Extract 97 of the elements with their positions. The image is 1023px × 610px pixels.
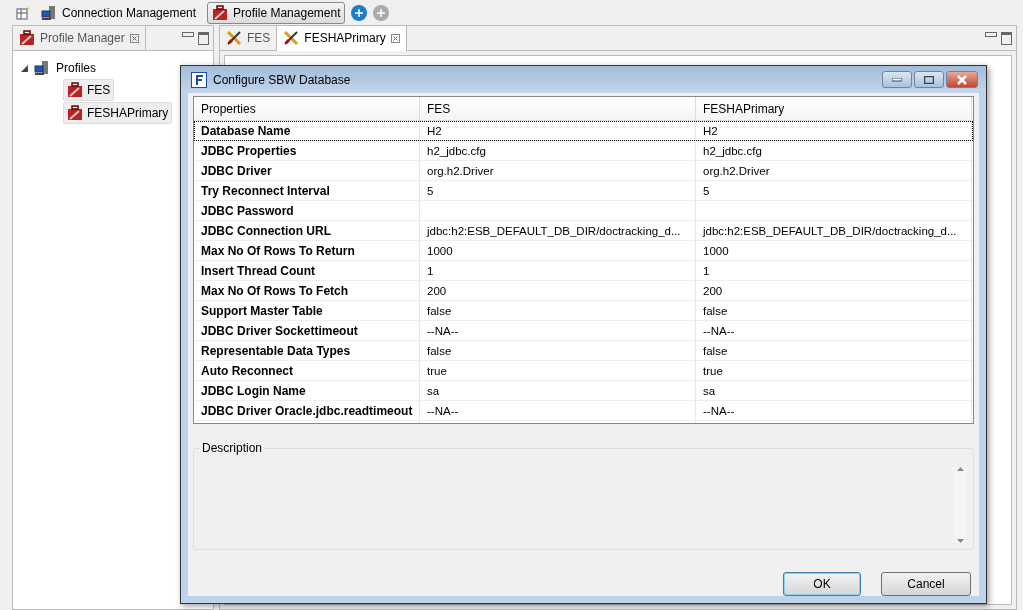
close-icon[interactable] — [129, 33, 139, 43]
value-cell: true — [703, 364, 723, 377]
value-cell: org.h2.Driver — [703, 164, 770, 177]
value-cell: true — [427, 364, 447, 377]
table-row[interactable]: JDBC Login Name sa sa — [194, 381, 973, 401]
property-cell: JDBC Driver Oracle.jdbc.readtimeout — [194, 401, 420, 420]
property-cell: JDBC Properties — [194, 141, 420, 160]
column-header[interactable]: FES — [420, 97, 696, 120]
property-cell: Representable Data Types — [194, 341, 420, 360]
value-cell: false — [427, 344, 452, 357]
value-cell: 1000 — [703, 244, 729, 257]
property-cell: JDBC Driver Sockettimeout — [194, 321, 420, 340]
badge-icon[interactable] — [351, 4, 368, 21]
table-row[interactable]: Database Name H2 H2 — [194, 121, 973, 141]
value-cell: h2_jdbc.cfg — [703, 144, 762, 157]
close-icon — [956, 74, 968, 85]
scrollbar[interactable] — [953, 467, 967, 543]
property-cell: Try Reconnect Interval — [194, 181, 420, 200]
expanded-triangle-icon[interactable] — [21, 64, 28, 72]
table-row[interactable]: JDBC Driver org.h2.Driver org.h2.Driver — [194, 161, 973, 181]
value-cell: sa — [427, 384, 440, 397]
table-row[interactable]: JDBC Driver Oracle.jdbc.readtimeout --NA-- --NA-- — [194, 401, 973, 421]
table-row[interactable]: JDBC Driver Sockettimeout --NA-- --NA-- — [194, 321, 973, 341]
value-cell: jdbc:h2:ESB_DEFAULT_DB_DIR/doctracking_d... — [703, 224, 957, 237]
layout-icon[interactable] — [16, 5, 30, 20]
dialog-title: Configure SBW Database — [213, 72, 351, 87]
table-row[interactable]: Max No Of Rows To Fetch 200 200 — [194, 281, 973, 301]
app-logo-icon — [191, 71, 207, 88]
value-cell: 1000 — [427, 244, 453, 257]
wrench-screwdriver-icon — [226, 30, 242, 46]
value-cell: --NA-- — [427, 404, 459, 417]
value-cell: false — [427, 304, 452, 317]
value-cell: false — [703, 304, 728, 317]
column-header[interactable]: FESHAPrimary — [696, 97, 972, 120]
table-row[interactable]: Representable Data Types false false — [194, 341, 973, 361]
computer-icon — [34, 60, 50, 76]
table-row[interactable]: Max No Of Rows To Return 1000 1000 — [194, 241, 973, 261]
value-cell: false — [703, 344, 728, 357]
computer-icon — [41, 4, 57, 21]
value-cell: --NA-- — [703, 404, 735, 417]
toolbox-icon — [67, 82, 83, 98]
property-cell: Auto Reconnect — [194, 361, 420, 380]
value-cell: H2 — [703, 124, 718, 137]
property-cell: JDBC Driver — [194, 161, 420, 180]
group-label: Description — [200, 441, 265, 455]
value-cell: --NA-- — [427, 324, 459, 337]
minimize-icon[interactable] — [182, 31, 194, 37]
table-row[interactable]: Try Reconnect Interval 5 5 — [194, 181, 973, 201]
table-row[interactable]: JDBC Password — [194, 201, 973, 221]
restore-icon — [924, 75, 934, 84]
value-cell: 1 — [427, 264, 434, 277]
property-cell: Support Master Table — [194, 301, 420, 320]
maximize-icon[interactable] — [1001, 31, 1012, 45]
close-icon[interactable] — [390, 33, 400, 43]
tree-item[interactable]: Profiles — [56, 61, 96, 75]
value-cell: org.h2.Driver — [427, 164, 494, 177]
dialog-button[interactable]: Cancel — [881, 572, 971, 596]
dialog-button[interactable]: OK — [783, 572, 861, 596]
column-header[interactable]: Properties — [194, 97, 420, 120]
property-cell: JDBC Password — [194, 201, 420, 220]
property-cell: JDBC Login Name — [194, 381, 420, 400]
value-cell: h2_jdbc.cfg — [427, 144, 486, 157]
value-cell: 5 — [427, 184, 434, 197]
value-cell: 200 — [703, 284, 723, 297]
scroll-down-icon[interactable] — [956, 539, 964, 543]
property-cell: Insert Thread Count — [194, 261, 420, 280]
table-row[interactable]: JDBC Properties h2_jdbc.cfg h2_jdbc.cfg — [194, 141, 973, 161]
table-row[interactable]: JDBC Connection URL jdbc:h2:ESB_DEFAULT_DB_DIR/doctracking_d... jdbc:h2:ESB_DEFAULT_DB_DIR/doctracking_d... — [194, 221, 973, 241]
maximize-button[interactable] — [914, 71, 944, 88]
table-row[interactable]: Auto Reconnect true true — [194, 361, 973, 381]
tree-item[interactable]: FESHAPrimary — [63, 102, 173, 124]
maximize-icon[interactable] — [198, 31, 209, 45]
editor-tab[interactable]: FESHAPrimary — [277, 25, 407, 51]
value-cell: 5 — [703, 184, 710, 197]
value-cell: --NA-- — [703, 324, 735, 337]
scroll-up-icon[interactable] — [956, 467, 964, 471]
value-cell: 200 — [427, 284, 447, 297]
wrench-screwdriver-icon — [283, 30, 300, 46]
property-cell: Max No Of Rows To Return — [194, 241, 420, 260]
property-cell: Max No Of Rows To Fetch — [194, 281, 420, 300]
toolbox-icon — [67, 105, 83, 121]
perspective-button[interactable]: Profile Management — [207, 1, 346, 24]
table-row[interactable]: Insert Thread Count 1 1 — [194, 261, 973, 281]
toolbox-icon — [212, 4, 229, 21]
table-row[interactable]: Support Master Table false false — [194, 301, 973, 321]
value-cell: jdbc:h2:ESB_DEFAULT_DB_DIR/doctracking_d... — [427, 224, 681, 237]
property-cell: Database Name — [194, 121, 420, 140]
value-cell: sa — [703, 384, 716, 397]
toolbox-icon — [19, 30, 35, 46]
perspective-button[interactable]: Connection Management — [36, 1, 202, 24]
property-cell: JDBC Connection URL — [194, 221, 420, 240]
close-button[interactable] — [946, 71, 978, 88]
value-cell: 1 — [703, 264, 710, 277]
minimize-icon — [892, 77, 902, 82]
value-cell: H2 — [427, 124, 442, 137]
tree-item[interactable]: FES — [63, 79, 115, 101]
minimize-icon[interactable] — [985, 31, 997, 37]
